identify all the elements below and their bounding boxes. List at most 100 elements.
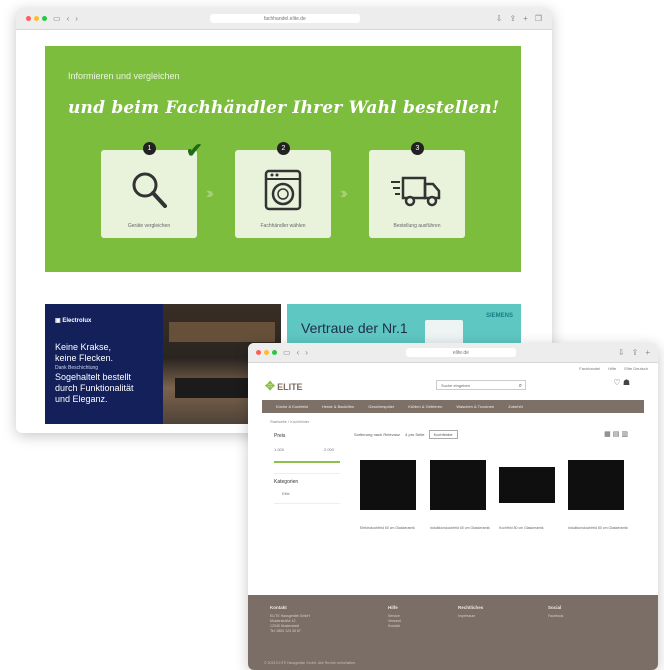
browser-window-shop: ▭ ‹ › elite.de ⇩ ⇪ + Fachhandel Hilfe El… [248, 343, 658, 670]
minimize-window-button[interactable] [34, 16, 39, 21]
browser-toolbar: ▭ ‹ › elite.de ⇩ ⇪ + [248, 343, 658, 363]
electrolux-logo: ▣ Electrolux [55, 318, 92, 324]
hero-section: Informieren und vergleichen und beim Fac… [45, 46, 521, 272]
product-image [568, 460, 624, 510]
sidebar-icon[interactable]: ▭ [283, 348, 291, 357]
footer-contact: Kontakt ELITE Hausgeräte GmbH Musterstra… [270, 605, 310, 633]
step-label: Bestellung ausführen [393, 223, 441, 229]
product-name: Induktionskochfeld 60 cm Glaskeramik [430, 526, 490, 530]
grid-view-icon[interactable]: ▦ [604, 431, 613, 438]
hero-subtitle: Informieren und vergleichen [68, 71, 180, 81]
nav-item[interactable]: Herde & Backöfen [322, 404, 354, 409]
category-filter: Kategorien Elite [274, 479, 340, 504]
step-card-compare[interactable]: 1 Geräte vergleichen [101, 142, 197, 238]
top-link-language[interactable]: Elite Deutsch [624, 366, 648, 371]
product-image [430, 460, 486, 510]
top-links: Fachhandel Hilfe Elite Deutsch [572, 366, 648, 371]
search-icon[interactable]: ⌕ [519, 381, 522, 391]
top-link-help[interactable]: Hilfe [608, 366, 616, 371]
product-card[interactable]: Induktionskochfeld 80 cm Glaskeramik [564, 457, 628, 531]
wishlist-icon[interactable]: ♡ [613, 378, 620, 387]
per-page-select[interactable]: 4 pro Seite [405, 432, 424, 437]
nav-item[interactable]: Zubehör [508, 404, 523, 409]
step-card-dealer[interactable]: 2 Fachhändler wählen [235, 142, 331, 238]
new-tab-icon[interactable]: + [523, 14, 528, 23]
magnifier-icon [132, 172, 167, 208]
filter-title: Kategorien [274, 479, 299, 485]
electrolux-headline: Keine Krakse, keine Flecken. Dank Beschi… [55, 342, 134, 404]
siemens-headline: Vertraue der Nr.1 [301, 320, 408, 336]
footer-link[interactable]: Kontakt [388, 624, 468, 629]
top-link-dealer[interactable]: Fachhandel [579, 366, 600, 371]
step-number: 2 [277, 142, 290, 155]
compare-icon[interactable]: ▥ [621, 431, 630, 438]
product-image [499, 467, 555, 503]
product-name: Induktionskochfeld 80 cm Glaskeramik [568, 526, 628, 530]
product-name: Elektrokochfeld 60 cm Glaskeramik [360, 526, 415, 530]
footer-copyright: © 2023 ELITE Hausgeräte GmbH. Alle Recht… [264, 661, 357, 665]
maximize-window-button[interactable] [42, 16, 47, 21]
footer-social: Social Facebook [548, 605, 628, 619]
electrolux-banner-text-panel: ▣ Electrolux Keine Krakse, keine Flecken… [45, 304, 163, 424]
product-card[interactable]: Elektrokochfeld 60 cm Glaskeramik [356, 457, 420, 531]
elite-logo[interactable]: ✥ ELITE [265, 379, 303, 393]
step-arrow-icon: ››› [206, 185, 214, 202]
nav-item[interactable]: Kühlen & Gefrieren [408, 404, 442, 409]
site-footer: Kontakt ELITE Hausgeräte GmbH Musterstra… [248, 595, 658, 670]
product-card[interactable]: Kochfeld 80 cm Glaskeramik [495, 457, 559, 531]
download-icon[interactable]: ⇩ [618, 348, 625, 357]
nav-item[interactable]: Geschirrspüler [368, 404, 394, 409]
sort-label[interactable]: Sortierung nach Relevanz [354, 432, 400, 437]
close-window-button[interactable] [26, 16, 31, 21]
product-image [360, 460, 416, 510]
sidebar-icon[interactable]: ▭ [53, 14, 61, 23]
close-window-button[interactable] [256, 350, 261, 355]
price-filter: Preis 1.000 2.000 [274, 433, 340, 474]
breadcrumb[interactable]: Startseite / Kochfelder [270, 419, 309, 424]
share-icon[interactable]: ⇪ [632, 348, 639, 357]
step-arrow-icon: ››› [340, 185, 348, 202]
forward-icon[interactable]: › [75, 14, 78, 23]
nav-item[interactable]: Waschen & Trocknen [456, 404, 494, 409]
hero-title: und beim Fachhändler Ihrer Wahl bestelle… [68, 98, 500, 118]
search-input[interactable]: Suche eingeben ⌕ [436, 380, 526, 390]
washing-machine-icon [264, 169, 302, 211]
download-icon[interactable]: ⇩ [496, 14, 503, 23]
price-min-input[interactable]: 1.000 [274, 447, 284, 452]
new-tab-icon[interactable]: + [645, 348, 650, 357]
share-icon[interactable]: ⇪ [509, 14, 516, 23]
logo-mark-icon: ✥ [265, 379, 276, 393]
filter-option[interactable]: Elite [274, 491, 340, 496]
back-icon[interactable]: ‹ [67, 14, 70, 23]
step-label: Geräte vergleichen [127, 223, 171, 229]
footer-link[interactable]: Impressum [458, 614, 538, 619]
price-max-input[interactable]: 2.000 [324, 447, 334, 452]
product-name: Kochfeld 80 cm Glaskeramik [499, 526, 544, 530]
forward-icon[interactable]: › [305, 348, 308, 357]
footer-help: Hilfe Service Versand Kontakt [388, 605, 468, 629]
electrolux-banner[interactable]: ▣ Electrolux Keine Krakse, keine Flecken… [45, 304, 281, 424]
price-slider[interactable] [274, 461, 340, 463]
browser-toolbar: ▭ ‹ › fachhandel.elite.de ⇩ ⇪ + ❐ [16, 8, 552, 30]
address-bar[interactable]: fachhandel.elite.de [209, 14, 360, 23]
delivery-truck-icon [391, 176, 441, 207]
product-card[interactable]: Induktionskochfeld 60 cm Glaskeramik [426, 457, 490, 531]
siemens-logo: SIEMENS [485, 313, 513, 319]
checkmark-icon: ✔ [186, 140, 203, 162]
nav-item[interactable]: Küche & Kochfeld [276, 404, 308, 409]
footer-link[interactable]: Facebook [548, 614, 628, 619]
address-bar[interactable]: elite.de [405, 348, 516, 357]
maximize-window-button[interactable] [272, 350, 277, 355]
header-icons: ♡ ☗ [613, 378, 630, 387]
back-icon[interactable]: ‹ [297, 348, 300, 357]
filter-title: Preis [274, 433, 286, 439]
view-icons: ▦▤▥ [604, 430, 630, 438]
minimize-window-button[interactable] [264, 350, 269, 355]
account-icon[interactable]: ☗ [623, 378, 630, 387]
tabs-overview-icon[interactable]: ❐ [535, 14, 542, 23]
product-toolbar: Sortierung nach Relevanz 4 pro Seite Koc… [354, 430, 458, 439]
category-select[interactable]: Kochfelder [428, 430, 458, 439]
category-navigation: Küche & Kochfeld Herde & Backöfen Geschi… [262, 400, 644, 413]
step-label: Fachhändler wählen [260, 223, 306, 229]
step-card-order[interactable]: 3 Bestellung ausführen [369, 142, 465, 238]
